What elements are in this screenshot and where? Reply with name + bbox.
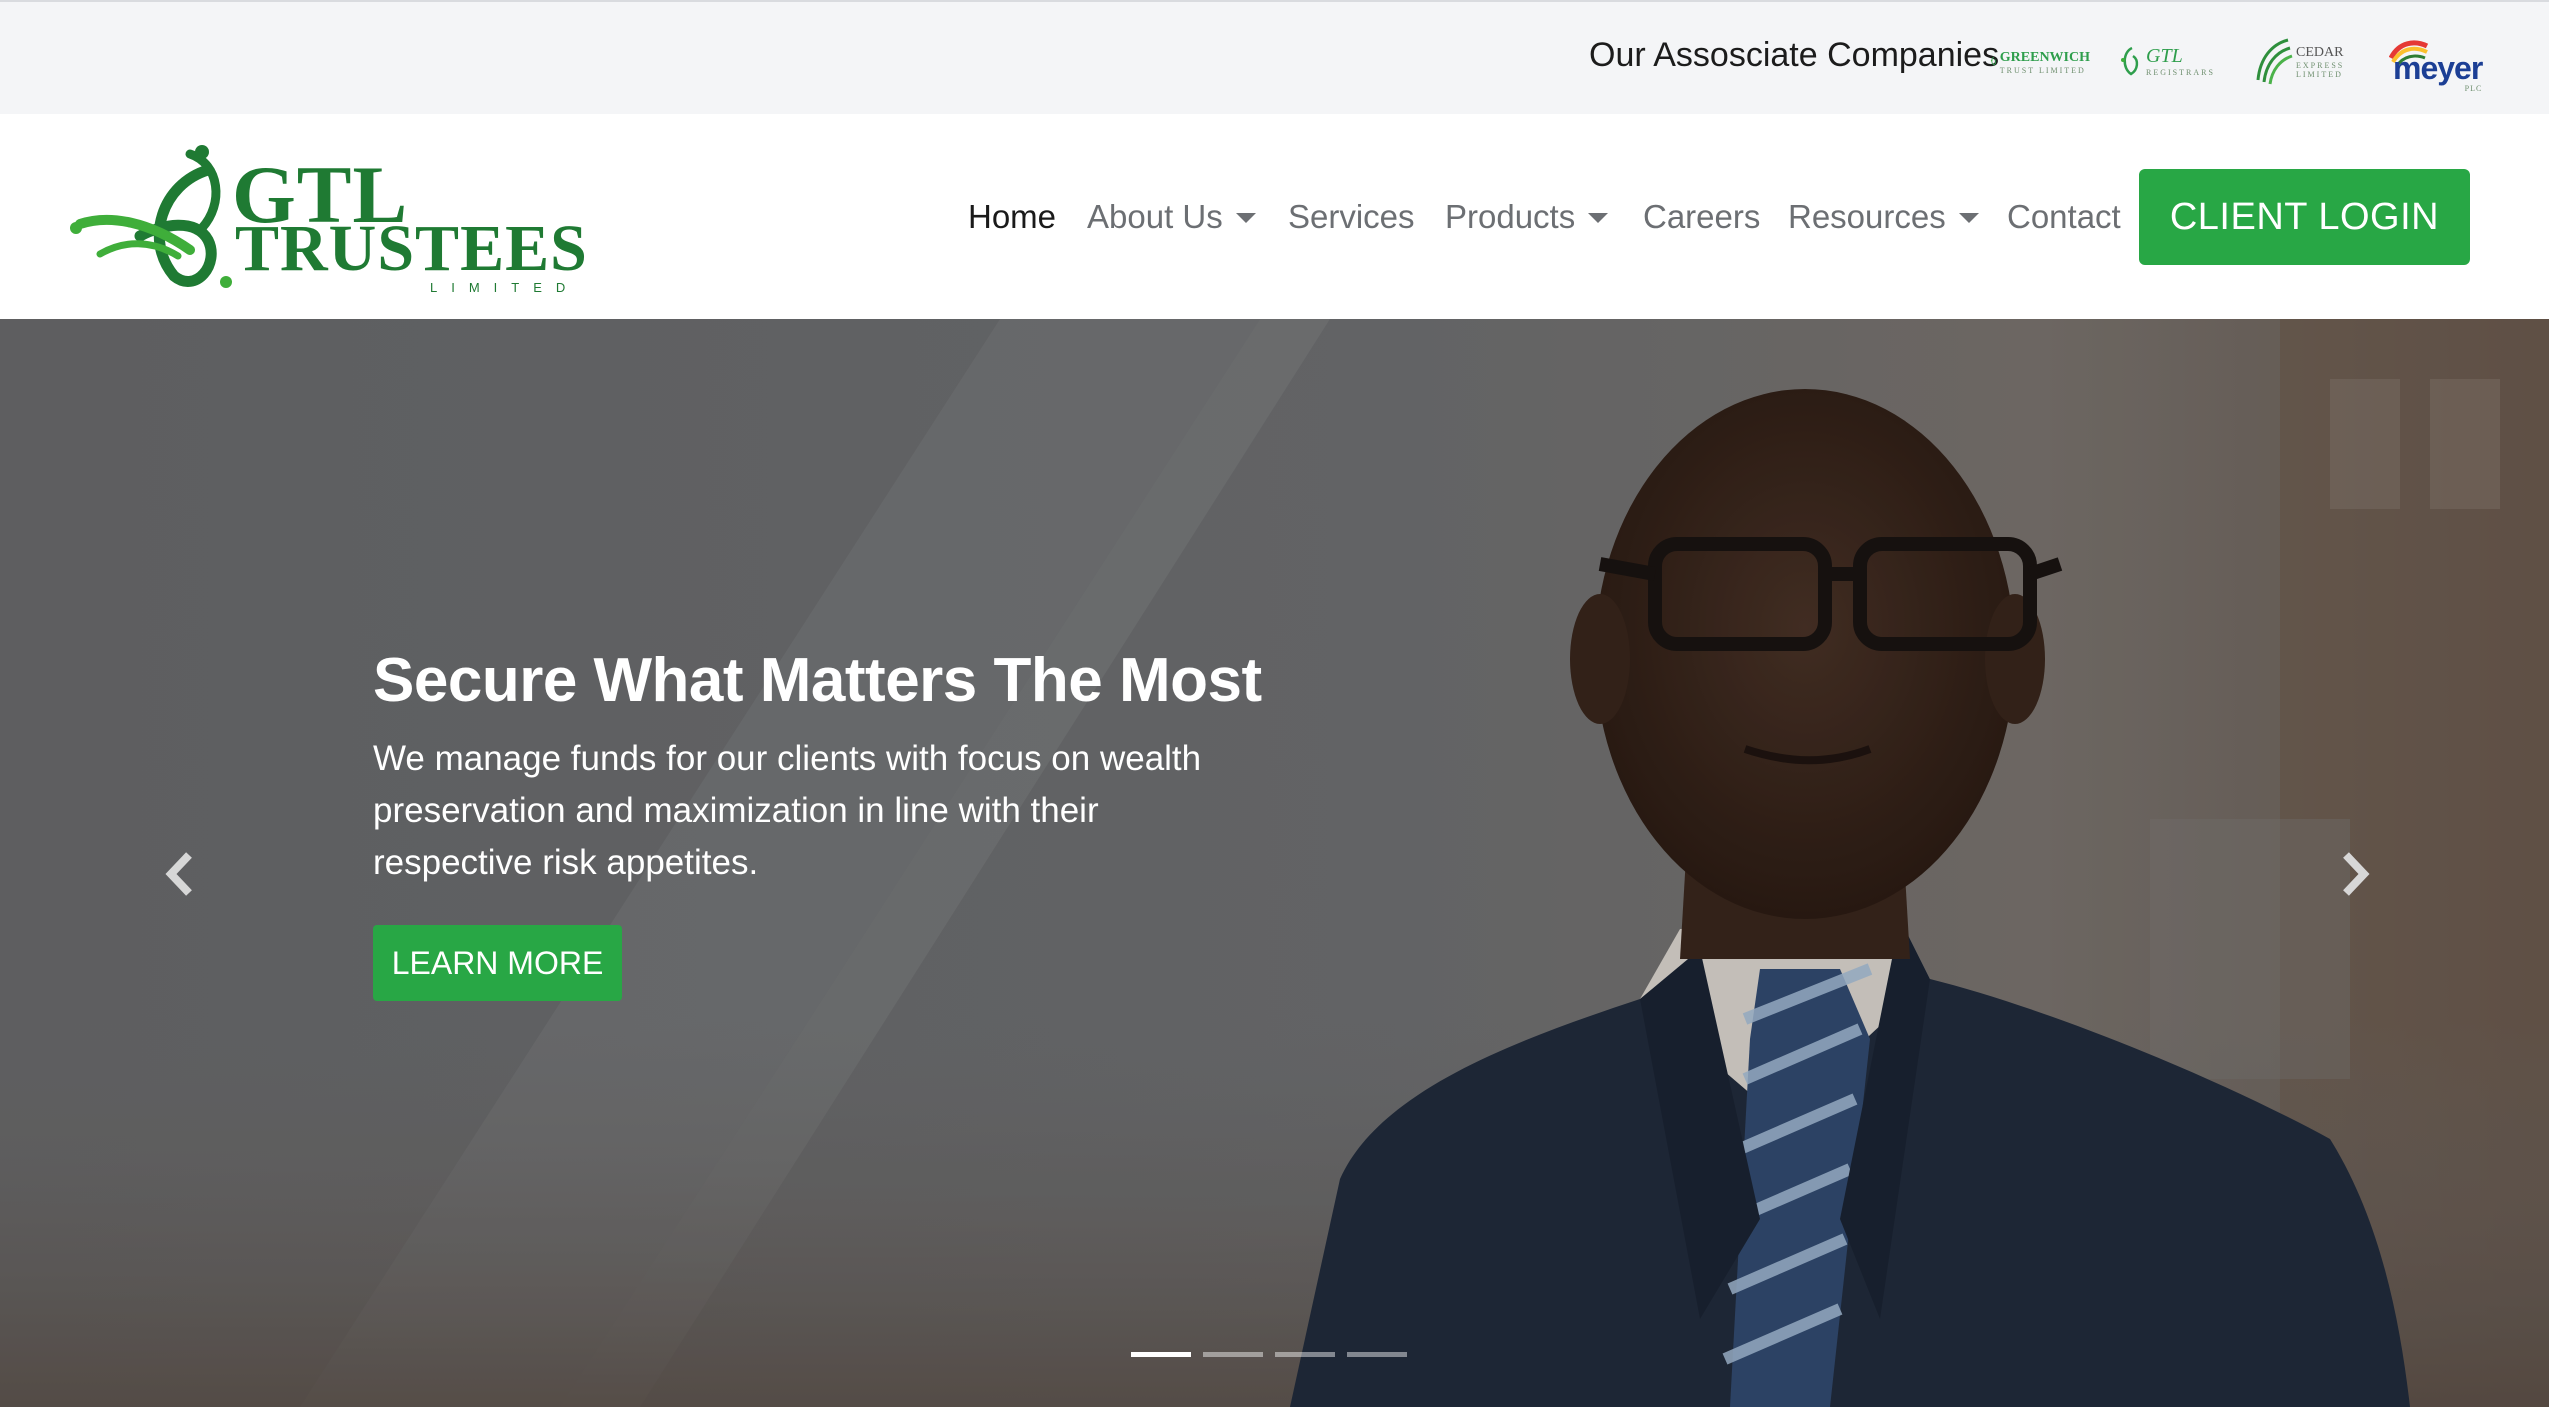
chevron-left-icon bbox=[165, 852, 192, 896]
carousel-indicator-4[interactable] bbox=[1347, 1352, 1407, 1357]
learn-more-button[interactable]: LEARN MORE bbox=[373, 925, 622, 1002]
greenwich-logo-name: GREENWICH bbox=[1999, 49, 2090, 65]
nav-item-label: Careers bbox=[1643, 198, 1761, 235]
associate-companies-title: Our Assosciate Companies bbox=[1589, 36, 2000, 74]
meyer-logo-name: meyer bbox=[2393, 50, 2483, 86]
carousel-indicator-1[interactable] bbox=[1131, 1352, 1191, 1357]
client-login-button[interactable]: CLIENT LOGIN bbox=[2139, 169, 2470, 265]
greenwich-logo-sub: TRUST LIMITED bbox=[1999, 65, 2086, 75]
chevron-right-icon bbox=[2343, 852, 2370, 896]
main-navbar: GTL TRUSTEES LIMITED Home About Us Servi… bbox=[0, 114, 2549, 319]
carousel-indicator-2[interactable] bbox=[1203, 1352, 1263, 1357]
cedar-express-logo[interactable]: CEDAR EXPRESS LIMITED bbox=[2252, 30, 2352, 92]
nav-item-careers[interactable]: Careers bbox=[1643, 198, 1760, 236]
cedar-logo-name: CEDAR bbox=[2296, 45, 2344, 60]
nav-item-label: Services bbox=[1288, 198, 1415, 235]
meyer-logo[interactable]: meyer PLC bbox=[2385, 30, 2485, 93]
nav-item-label: About Us bbox=[1087, 198, 1223, 235]
nav-item-home[interactable]: Home bbox=[968, 198, 1056, 236]
nav-item-label: Resources bbox=[1788, 198, 1946, 235]
caret-down-icon bbox=[1235, 213, 1256, 223]
nav-item-contact[interactable]: Contact bbox=[2007, 198, 2121, 236]
nav-item-about-us[interactable]: About Us bbox=[1087, 198, 1256, 236]
hero-carousel: Secure What Matters The Most We manage f… bbox=[0, 319, 2549, 1407]
nav-item-label: Contact bbox=[2007, 198, 2121, 235]
caret-down-icon bbox=[1958, 213, 1979, 223]
carousel-indicator-3[interactable] bbox=[1275, 1352, 1335, 1357]
gtl-registrars-emblem-icon bbox=[2121, 46, 2139, 76]
caret-down-icon bbox=[1588, 213, 1609, 223]
associate-companies-bar: Our Assosciate Companies GREENWICH TRUST… bbox=[0, 0, 2549, 114]
nav-menu: Home About Us Services Products Careers … bbox=[0, 114, 2549, 319]
hero-caption: Secure What Matters The Most We manage f… bbox=[373, 646, 1273, 1002]
greenwich-emblem-icon bbox=[1990, 56, 1997, 66]
nav-item-products[interactable]: Products bbox=[1445, 198, 1609, 236]
nav-item-resources[interactable]: Resources bbox=[1788, 198, 1979, 236]
carousel-indicators bbox=[1131, 1352, 1407, 1357]
gtl-registrars-logo-name: GTL bbox=[2146, 45, 2183, 67]
nav-item-services[interactable]: Services bbox=[1288, 198, 1415, 236]
nav-item-label: Home bbox=[968, 198, 1057, 235]
gtl-registrars-logo[interactable]: GTL REGISTRARS bbox=[2118, 30, 2223, 92]
carousel-prev-button[interactable] bbox=[150, 839, 210, 909]
nav-item-label: Products bbox=[1445, 198, 1576, 235]
cedar-leaf-icon bbox=[2256, 38, 2293, 85]
hero-title: Secure What Matters The Most bbox=[373, 646, 1262, 715]
carousel-next-button[interactable] bbox=[2325, 839, 2385, 909]
greenwich-logo[interactable]: GREENWICH TRUST LIMITED bbox=[1990, 30, 2090, 92]
gtl-registrars-logo-sub: REGISTRARS bbox=[2146, 68, 2215, 77]
cedar-logo-sub: EXPRESS LIMITED bbox=[2296, 61, 2345, 79]
hero-description: We manage funds for our clients with foc… bbox=[373, 739, 1202, 883]
